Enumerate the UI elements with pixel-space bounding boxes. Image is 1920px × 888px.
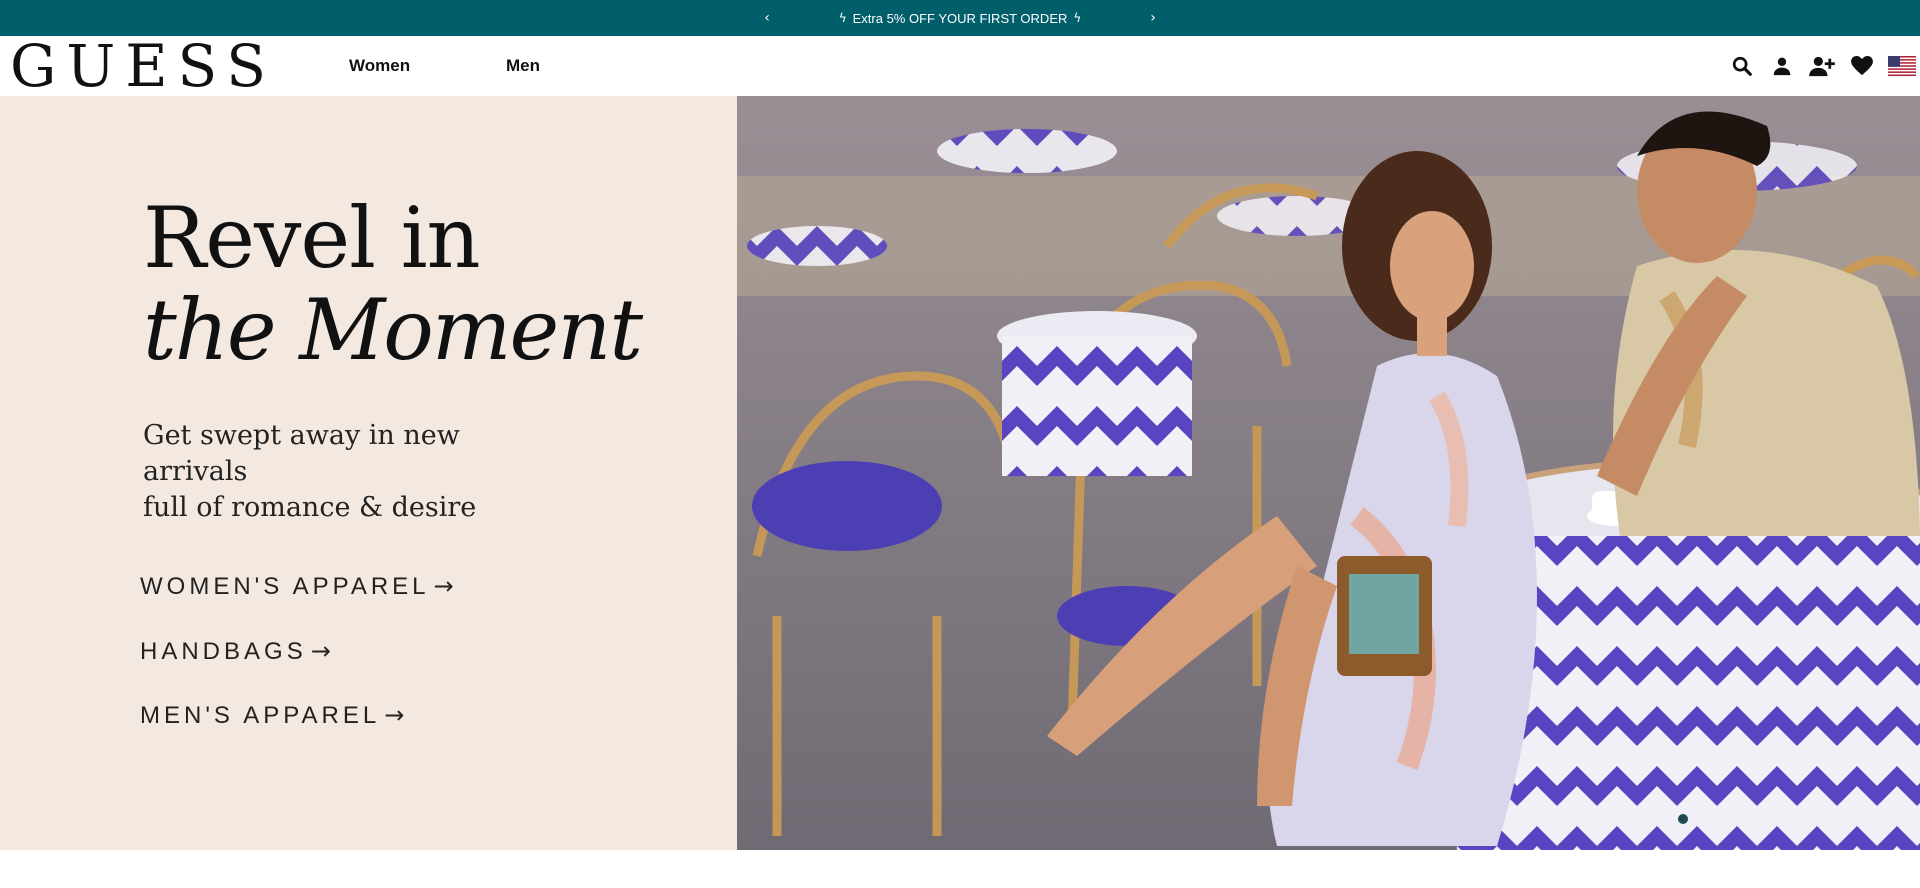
search-icon[interactable] (1728, 52, 1756, 80)
mens-apparel-link[interactable]: MEN'S APPAREL → (140, 701, 404, 730)
hero-subtitle-line1: Get swept away in new arrivals (143, 420, 460, 487)
wishlist-heart-icon[interactable] (1848, 52, 1876, 80)
guess-logo[interactable]: GUESS (10, 36, 276, 96)
hero-title-line1: Revel in (143, 189, 481, 287)
nav-men[interactable]: Men (506, 36, 540, 96)
promo-prev-button[interactable]: ‹ (755, 0, 779, 36)
promo-text: Extra 5% OFF YOUR FIRST ORDER (852, 10, 1068, 26)
account-icon[interactable] (1768, 52, 1796, 80)
hero-title-line2: the Moment (143, 281, 643, 379)
promo-bar: ‹ ϟ Extra 5% OFF YOUR FIRST ORDER ϟ › (0, 0, 1920, 36)
hero-subtitle: Get swept away in new arrivals full of r… (143, 418, 563, 526)
arrow-right-icon: → (310, 637, 331, 665)
chevron-right-icon: › (1150, 10, 1156, 26)
lightning-icon: ϟ (1073, 11, 1082, 25)
nav-women[interactable]: Women (349, 36, 410, 96)
carousel-dot-active[interactable] (1678, 814, 1688, 824)
couple-at-cafe-photo (737, 96, 1920, 850)
hero-photo[interactable] (737, 96, 1920, 850)
header-icons (1728, 36, 1916, 96)
womens-apparel-link[interactable]: WOMEN'S APPAREL → (140, 572, 454, 601)
cta-label: WOMEN'S APPAREL (140, 573, 430, 600)
chevron-left-icon: ‹ (764, 10, 770, 26)
hero-banner: Revel in the Moment Get swept away in ne… (0, 96, 1920, 850)
promo-next-button[interactable]: › (1141, 0, 1165, 36)
us-flag-icon[interactable] (1888, 52, 1916, 80)
cta-label: HANDBAGS (140, 638, 307, 665)
hero-title: Revel in the Moment (143, 189, 643, 379)
hero-subtitle-line2: full of romance & desire (143, 492, 477, 523)
site-header: GUESS Women Men (0, 36, 1920, 96)
promo-message[interactable]: ϟ Extra 5% OFF YOUR FIRST ORDER ϟ (838, 0, 1082, 36)
cta-label: MEN'S APPAREL (140, 702, 381, 729)
arrow-right-icon: → (384, 701, 405, 729)
add-user-icon[interactable] (1808, 52, 1836, 80)
handbags-link[interactable]: HANDBAGS → (140, 637, 331, 666)
lightning-icon: ϟ (838, 11, 847, 25)
hero-text-panel: Revel in the Moment Get swept away in ne… (0, 96, 737, 850)
arrow-right-icon: → (433, 572, 454, 600)
